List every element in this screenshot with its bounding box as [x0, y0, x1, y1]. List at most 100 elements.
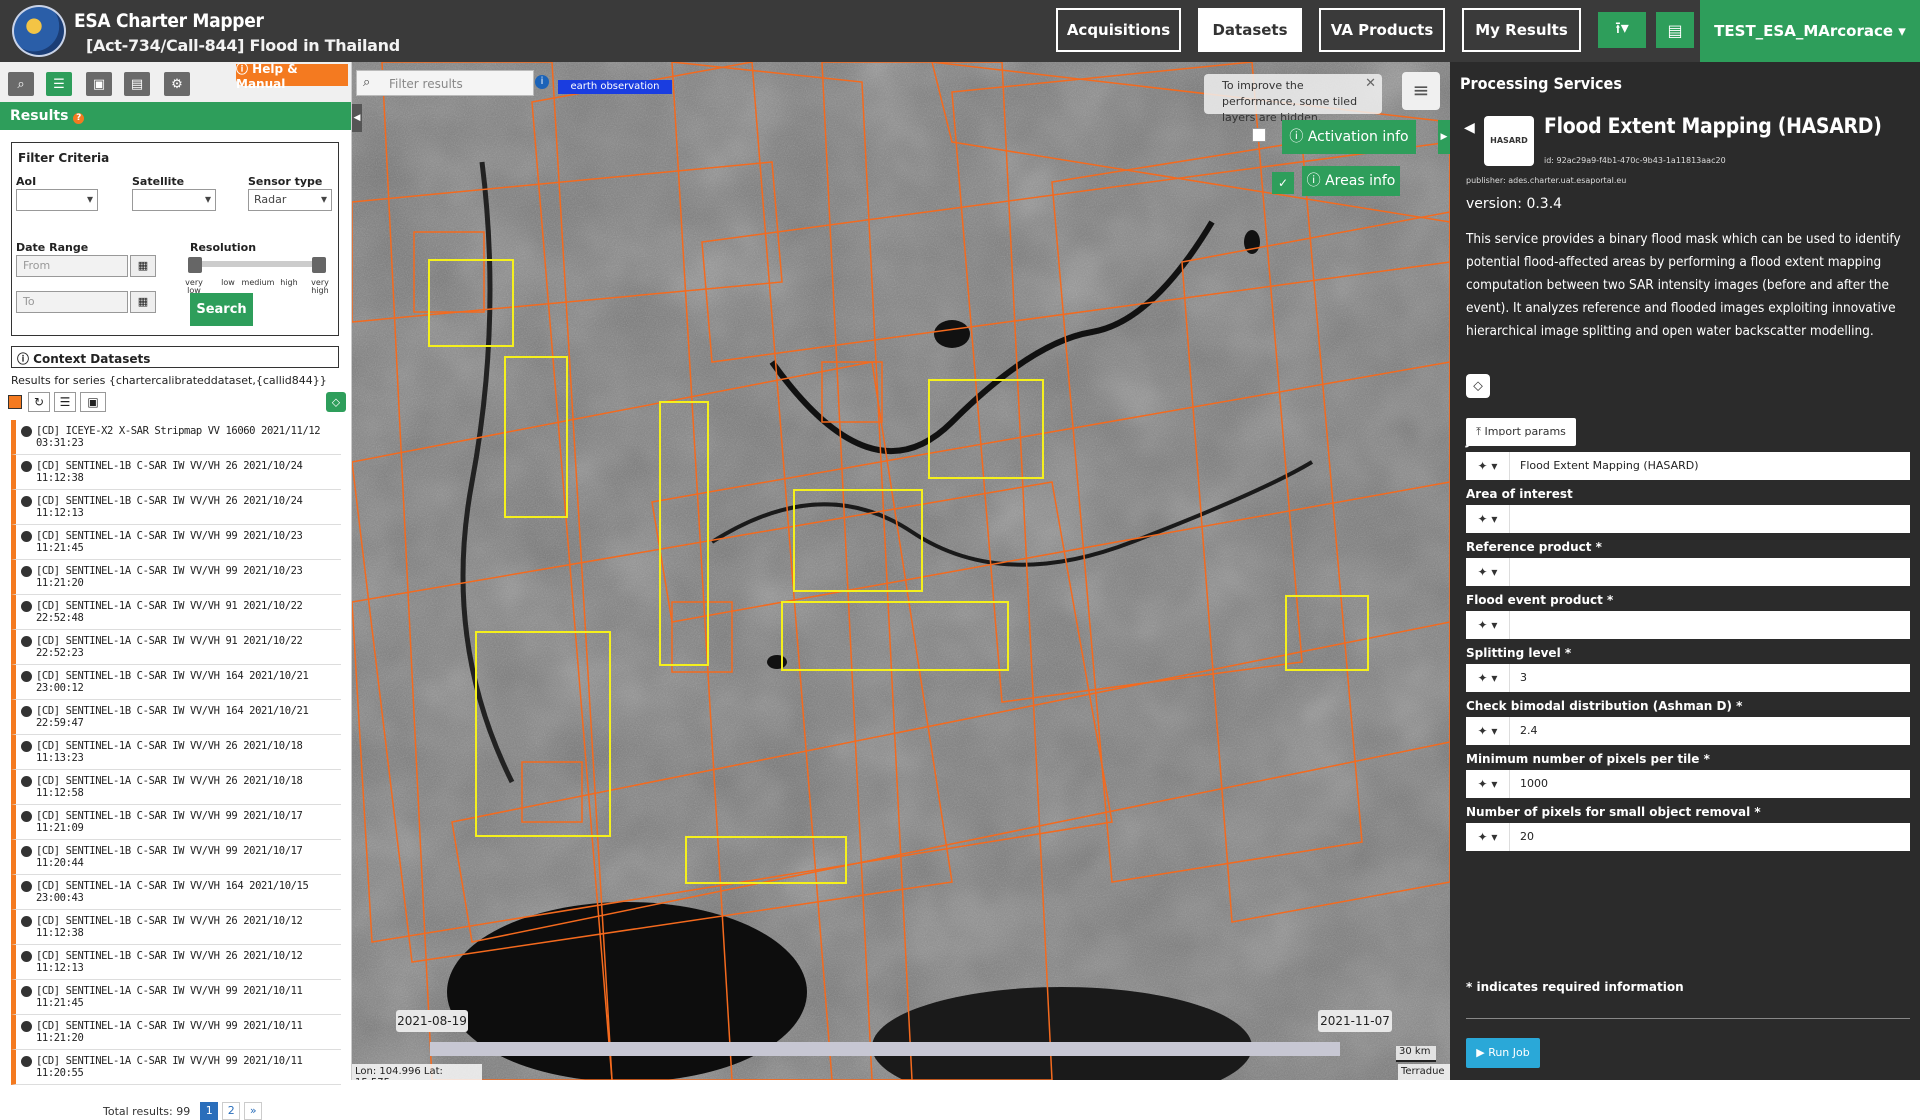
aoi-select[interactable]	[16, 189, 98, 211]
result-item[interactable]: [CD] SENTINEL-1A C-SAR IW VV/VH 99 2021/…	[11, 980, 341, 1015]
magic-wand-icon[interactable]: ✦ ▾	[1466, 505, 1510, 533]
result-item[interactable]: [CD] SENTINEL-1A C-SAR IW VV/VH 91 2021/…	[11, 630, 341, 665]
tick-very-high: very high	[311, 278, 329, 295]
param-input[interactable]: ✦ ▾ 20	[1466, 823, 1910, 851]
param-input[interactable]: ✦ ▾ Flood Extent Mapping (HASARD)	[1466, 452, 1910, 480]
list-icon[interactable]: ☰	[46, 72, 72, 96]
param-input[interactable]: ✦ ▾ 3	[1466, 664, 1910, 692]
param-input[interactable]: ✦ ▾	[1466, 505, 1910, 533]
result-item[interactable]: [CD] SENTINEL-1A C-SAR IW VV/VH 99 2021/…	[11, 1015, 341, 1050]
next-page-link[interactable]: »	[244, 1102, 263, 1120]
magic-wand-icon[interactable]: ✦ ▾	[1466, 558, 1510, 586]
globe-icon	[21, 881, 32, 892]
share-icon[interactable]: ⬦	[326, 392, 346, 412]
result-item[interactable]: [CD] SENTINEL-1B C-SAR IW VV/VH 26 2021/…	[11, 945, 341, 980]
param-input[interactable]: ✦ ▾	[1466, 558, 1910, 586]
sensor-type-select[interactable]: Radar	[248, 189, 332, 211]
date-from-input[interactable]: From	[16, 255, 128, 277]
areas-info-checkbox[interactable]: ✓	[1272, 172, 1294, 194]
nav-datasets-button[interactable]: Datasets	[1198, 8, 1302, 52]
result-item-label: [CD] SENTINEL-1A C-SAR IW VV/VH 99 2021/…	[36, 565, 303, 589]
right-panel-collapse-button[interactable]: ▶	[1438, 120, 1450, 154]
result-item[interactable]: [CD] SENTINEL-1B C-SAR IW VV/VH 26 2021/…	[11, 910, 341, 945]
magic-wand-icon[interactable]: ✦ ▾	[1466, 823, 1510, 851]
nav-acquisitions-button[interactable]: Acquisitions	[1056, 8, 1181, 52]
activation-info-checkbox[interactable]	[1252, 128, 1266, 142]
date-to-input[interactable]: To	[16, 291, 128, 313]
activation-info-button[interactable]: ⓘ Activation info	[1282, 120, 1416, 154]
globe-icon	[21, 636, 32, 647]
calendar-from-icon[interactable]: ▦	[130, 255, 156, 277]
globe-icon	[21, 1056, 32, 1067]
coordinates-readout: Lon: 104.996 Lat: 15.575	[352, 1064, 482, 1080]
page-2-link[interactable]: 2	[222, 1102, 241, 1120]
basket-add-icon[interactable]: ▣	[80, 392, 106, 412]
result-item[interactable]: [CD] SENTINEL-1B C-SAR IW VV/VH 26 2021/…	[11, 490, 341, 525]
panel-title: Processing Services	[1460, 74, 1622, 93]
globe-icon	[21, 601, 32, 612]
result-item[interactable]: [CD] SENTINEL-1B C-SAR IW VV/VH 164 2021…	[11, 700, 341, 735]
resolution-slider-max-handle[interactable]	[312, 257, 326, 273]
result-item[interactable]: [CD] SENTINEL-1B C-SAR IW VV/VH 99 2021/…	[11, 805, 341, 840]
help-manual-button[interactable]: ⓘ Help & Manual	[236, 62, 348, 91]
result-item[interactable]: [CD] SENTINEL-1A C-SAR IW VV/VH 26 2021/…	[11, 770, 341, 805]
search-button[interactable]: Search	[190, 293, 253, 326]
timeline-slider[interactable]	[430, 1042, 1340, 1056]
result-item[interactable]: [CD] SENTINEL-1A C-SAR IW VV/VH 99 2021/…	[11, 560, 341, 595]
filter-results-box[interactable]: ⌕ Filter results i	[356, 70, 549, 96]
areas-info-button[interactable]: ⓘ Areas info	[1302, 166, 1400, 196]
magic-wand-icon[interactable]: ✦ ▾	[1466, 770, 1510, 798]
map-view[interactable]: ◀ ⌕ Filter results i earth observation T…	[352, 62, 1450, 1080]
param-input[interactable]: ✦ ▾	[1466, 611, 1910, 639]
page-1-link[interactable]: 1	[200, 1102, 219, 1120]
charter-logo[interactable]	[12, 5, 66, 57]
refresh-icon[interactable]: ↻	[28, 392, 50, 412]
left-panel-collapse-button[interactable]: ◀	[352, 104, 362, 132]
param-label: Area of interest	[1466, 487, 1573, 501]
result-item[interactable]: [CD] SENTINEL-1A C-SAR IW VV/VH 26 2021/…	[11, 735, 341, 770]
earth-observation-badge: earth observation	[558, 80, 672, 94]
share-icon[interactable]: ⬦	[1466, 374, 1490, 398]
globe-icon	[21, 461, 32, 472]
result-item-label: [CD] SENTINEL-1A C-SAR IW VV/VH 26 2021/…	[36, 740, 303, 764]
filter-results-input[interactable]: Filter results	[389, 77, 463, 91]
briefcase-button[interactable]: ▤	[1656, 12, 1694, 48]
result-item[interactable]: [CD] SENTINEL-1B C-SAR IW VV/VH 26 2021/…	[11, 455, 341, 490]
result-item[interactable]: [CD] SENTINEL-1A C-SAR IW VV/VH 164 2021…	[11, 875, 341, 910]
param-input[interactable]: ✦ ▾ 1000	[1466, 770, 1910, 798]
pagination: Total results: 99 1 2 »	[103, 1102, 263, 1120]
resolution-slider-min-handle[interactable]	[188, 257, 202, 273]
magic-wand-icon[interactable]: ✦ ▾	[1466, 717, 1510, 745]
basket-icon[interactable]: ▣	[86, 72, 112, 96]
list-view-icon[interactable]: ☰	[54, 392, 76, 412]
search-icon[interactable]: ⌕	[8, 72, 34, 96]
calendar-to-icon[interactable]: ▦	[130, 291, 156, 313]
param-input[interactable]: ✦ ▾ 2.4	[1466, 717, 1910, 745]
result-item[interactable]: [CD] SENTINEL-1B C-SAR IW VV/VH 99 2021/…	[11, 840, 341, 875]
nav-va-products-button[interactable]: VA Products	[1319, 8, 1445, 52]
result-item[interactable]: [CD] SENTINEL-1B C-SAR IW VV/VH 164 2021…	[11, 665, 341, 700]
select-all-checkbox[interactable]	[8, 395, 22, 409]
info-icon[interactable]: i	[535, 75, 549, 89]
nav-my-results-button[interactable]: My Results	[1462, 8, 1581, 52]
result-item[interactable]: [CD] SENTINEL-1A C-SAR IW VV/VH 91 2021/…	[11, 595, 341, 630]
upload-button[interactable]: ⭱▾	[1598, 12, 1646, 48]
user-menu[interactable]: TEST_ESA_MArcorace ▾	[1700, 0, 1920, 62]
layers-icon[interactable]: ≡	[1402, 72, 1440, 110]
magic-wand-icon[interactable]: ✦ ▾	[1466, 452, 1510, 480]
gear-icon[interactable]: ⚙	[164, 72, 190, 96]
filter-criteria-box: Filter Criteria AoI Satellite Sensor typ…	[11, 142, 339, 336]
close-icon[interactable]: ✕	[1365, 76, 1376, 92]
result-item[interactable]: [CD] ICEYE-X2 X-SAR Stripmap VV 16060 20…	[11, 420, 341, 455]
result-item[interactable]: [CD] SENTINEL-1A C-SAR IW VV/VH 99 2021/…	[11, 525, 341, 560]
magic-wand-icon[interactable]: ✦ ▾	[1466, 664, 1510, 692]
satellite-input[interactable]	[132, 189, 216, 211]
archive-icon[interactable]: ▤	[124, 72, 150, 96]
resolution-slider-track[interactable]	[188, 261, 322, 267]
magic-wand-icon[interactable]: ✦ ▾	[1466, 611, 1510, 639]
context-datasets-bar[interactable]: ⓘ Context Datasets	[11, 346, 339, 368]
globe-icon	[21, 566, 32, 577]
run-job-button[interactable]: ▶ Run Job	[1466, 1038, 1540, 1068]
back-arrow-icon[interactable]: ◀	[1464, 120, 1475, 136]
question-icon[interactable]: ?	[73, 113, 85, 124]
